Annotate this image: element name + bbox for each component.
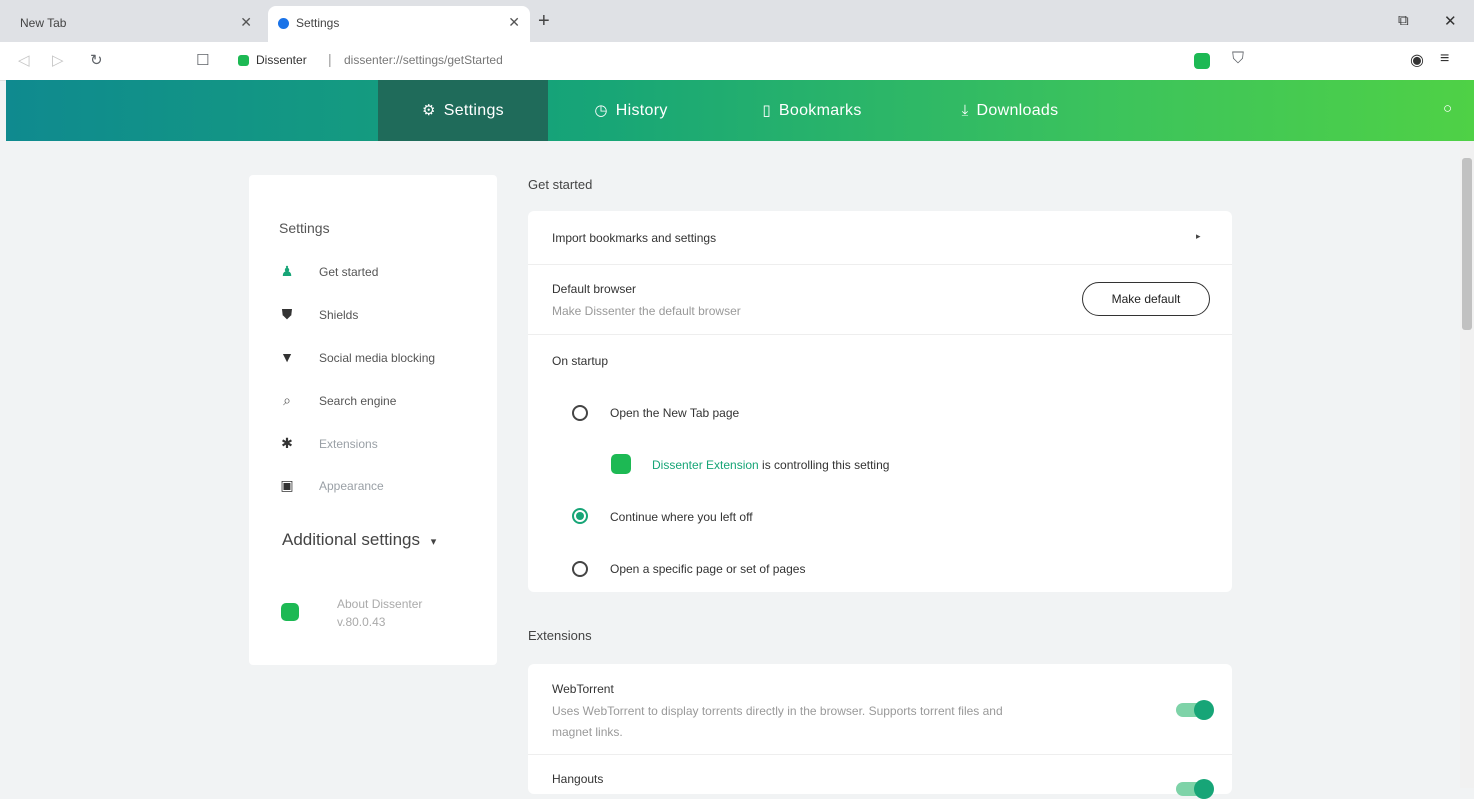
scrollbar-thumb[interactable] — [1462, 158, 1472, 330]
hangouts-title: Hangouts — [552, 772, 604, 786]
webtorrent-description-2: magnet links. — [552, 725, 623, 739]
get-started-card — [528, 211, 1232, 592]
download-icon: ⤓ — [961, 102, 969, 119]
divider — [528, 264, 1232, 265]
dissenter-extension-icon[interactable] — [1194, 53, 1210, 69]
extensions-card — [528, 664, 1232, 794]
shield-icon: ⛊ — [281, 306, 293, 322]
sidebar-title: Settings — [279, 220, 330, 236]
option-label: Open a specific page or set of pages — [610, 562, 806, 576]
tab-label: Settings — [296, 16, 340, 30]
sidebar-item-label: Search engine — [319, 394, 397, 408]
header-nav-label: Settings — [443, 102, 504, 119]
search-icon[interactable]: ○ — [1443, 100, 1452, 117]
tab-strip: New Tab ✕ Settings ✕ + ⧉ ✕ — [0, 0, 1474, 42]
menu-icon[interactable]: ≡ — [1440, 50, 1449, 68]
radio-open-specific-pages[interactable] — [572, 561, 588, 577]
additional-settings-toggle[interactable]: Additional settings ▾ — [282, 530, 436, 550]
header-nav-settings[interactable]: ⚙ Settings — [378, 80, 548, 141]
dissenter-extension-link[interactable]: Dissenter Extension — [652, 458, 759, 472]
divider — [528, 334, 1232, 335]
separator: | — [328, 51, 332, 67]
option-label: Continue where you left off — [610, 510, 753, 524]
webtorrent-toggle[interactable] — [1176, 700, 1214, 720]
hangouts-toggle[interactable] — [1176, 779, 1214, 799]
search-icon: ⌕ — [283, 392, 291, 408]
additional-settings-label: Additional settings — [282, 530, 420, 549]
close-window-icon[interactable]: ✕ — [1444, 12, 1457, 30]
person-icon: ♟ — [280, 263, 294, 279]
restore-window-icon[interactable]: ⧉ — [1398, 12, 1409, 29]
new-tab-button[interactable]: + — [538, 10, 550, 33]
bookmark-icon: ▯ — [762, 102, 771, 119]
webtorrent-title: WebTorrent — [552, 682, 614, 696]
extension-note-text: is controlling this setting — [758, 458, 890, 472]
webtorrent-description: Uses WebTorrent to display torrents dire… — [552, 704, 1003, 718]
toggle-knob — [1194, 779, 1214, 799]
section-title-get-started: Get started — [528, 177, 593, 192]
clock-icon: ◷ — [594, 102, 608, 119]
sidebar-item-label: Extensions — [319, 437, 378, 451]
gear-icon: ⚙ — [422, 102, 436, 119]
address-bar: ◁ ▷ ↻ ☐ Dissenter | dissenter://settings… — [0, 42, 1474, 81]
site-logo-icon — [238, 55, 249, 66]
profile-icon[interactable]: ◉ — [1410, 50, 1424, 70]
sidebar-item-label: Social media blocking — [319, 351, 436, 365]
dissenter-extension-icon — [611, 454, 631, 474]
url-field[interactable]: dissenter://settings/getStarted — [344, 53, 503, 67]
appearance-icon: ▣ — [280, 477, 294, 493]
sidebar-item-label: Shields — [319, 308, 359, 322]
sidebar-item-label: Get started — [319, 265, 379, 279]
option-label: Open the New Tab page — [610, 406, 740, 420]
header-nav-label: History — [615, 102, 668, 119]
about-title: About Dissenter — [337, 597, 423, 611]
tab-settings[interactable]: Settings ✕ — [268, 6, 530, 42]
radio-continue-where-left-off[interactable] — [572, 508, 588, 524]
divider — [528, 754, 1232, 755]
forward-arrow-icon[interactable]: ▷ — [52, 51, 64, 69]
settings-sidebar: Settings ♟ Get started ⛊ Shields ▼ Socia… — [249, 175, 497, 665]
about-dissenter-link[interactable]: About Dissenter v.80.0.43 — [337, 595, 422, 631]
on-startup-title: On startup — [552, 354, 609, 368]
shield-icon[interactable]: ⛉ — [1232, 50, 1244, 68]
arrow-right-icon[interactable]: ▸ — [1196, 231, 1201, 242]
caret-down-icon: ▾ — [430, 536, 437, 548]
settings-header: ⚙ Settings ◷ History ▯ Bookmarks ⤓ Downloads… — [6, 80, 1474, 141]
header-nav-label: Bookmarks — [778, 102, 862, 119]
close-icon[interactable]: ✕ — [508, 14, 520, 31]
settings-tab-icon — [278, 18, 289, 29]
make-default-button[interactable]: Make default — [1082, 282, 1210, 316]
close-icon[interactable]: ✕ — [240, 14, 252, 31]
about-version: v.80.0.43 — [337, 615, 386, 629]
reload-icon[interactable]: ↻ — [90, 51, 103, 69]
dissenter-logo-icon — [281, 603, 299, 621]
tab-new-tab[interactable]: New Tab ✕ — [12, 6, 262, 42]
puzzle-icon: ✱ — [281, 435, 293, 451]
site-name: Dissenter — [256, 53, 307, 67]
radio-open-new-tab[interactable] — [572, 405, 588, 421]
header-nav-downloads[interactable]: ⤓ Downloads — [930, 80, 1090, 141]
tab-label: New Tab — [20, 16, 67, 30]
extension-controlling-note: Dissenter Extension is controlling this … — [652, 458, 889, 472]
default-browser-subtitle: Make Dissenter the default browser — [552, 304, 741, 318]
thumbs-down-icon: ▼ — [280, 349, 294, 365]
back-arrow-icon[interactable]: ◁ — [18, 51, 30, 69]
header-nav-bookmarks[interactable]: ▯ Bookmarks — [732, 80, 892, 141]
toggle-knob — [1194, 700, 1214, 720]
section-title-extensions: Extensions — [528, 628, 592, 643]
header-nav-history[interactable]: ◷ History — [566, 80, 696, 141]
import-bookmarks-row[interactable]: Import bookmarks and settings — [552, 231, 716, 245]
bookmark-icon[interactable]: ☐ — [196, 51, 209, 69]
default-browser-title: Default browser — [552, 282, 637, 296]
sidebar-item-label: Appearance — [319, 479, 384, 493]
header-nav-label: Downloads — [976, 102, 1059, 119]
